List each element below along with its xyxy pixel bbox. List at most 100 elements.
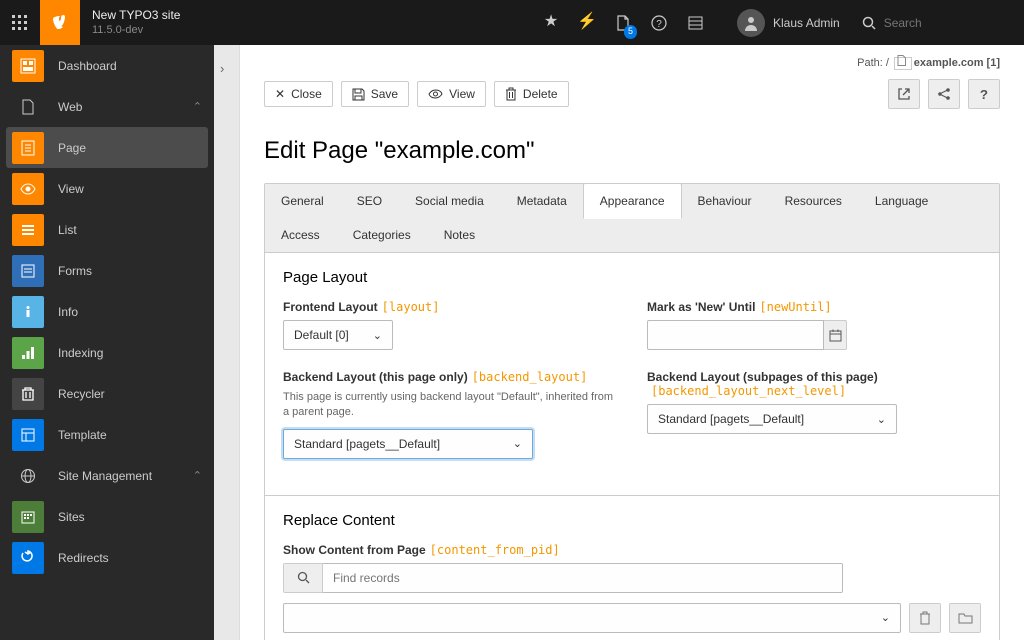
module-view[interactable]: View	[0, 168, 214, 209]
close-icon: ✕	[275, 87, 285, 101]
site-info[interactable]: New TYPO3 site 11.5.0-dev ★ ⚡ 5 ?	[80, 0, 725, 45]
page-icon	[894, 57, 912, 70]
typo3-logo[interactable]	[40, 0, 80, 45]
frontend-layout-select[interactable]: Default [0] ⌄	[283, 320, 393, 350]
eye-icon	[428, 89, 443, 99]
module-template[interactable]: Template	[0, 414, 214, 455]
tab-metadata[interactable]: Metadata	[500, 183, 584, 219]
folder-icon	[958, 612, 973, 624]
page-title: Edit Page "example.com"	[264, 137, 1000, 165]
field-label: Mark as 'New' Until[newUntil]	[647, 300, 981, 314]
search-icon	[297, 571, 310, 584]
module-forms[interactable]: Forms	[0, 250, 214, 291]
module-icon	[12, 337, 44, 369]
tab-social-media[interactable]: Social media	[398, 183, 501, 219]
field-label: Frontend Layout[layout]	[283, 300, 617, 314]
close-button[interactable]: ✕Close	[264, 81, 333, 107]
delete-button[interactable]: Delete	[494, 81, 569, 107]
field-label: Backend Layout (this page only)[backend_…	[283, 370, 617, 384]
globe-icon	[12, 460, 44, 492]
trash-icon	[919, 611, 931, 625]
calendar-icon	[829, 329, 842, 342]
module-label: Dashboard	[58, 59, 117, 73]
module-icon	[12, 214, 44, 246]
module-icon	[12, 501, 44, 533]
module-icon	[12, 173, 44, 205]
view-button[interactable]: View	[417, 81, 486, 107]
module-recycler[interactable]: Recycler	[0, 373, 214, 414]
module-group-web[interactable]: Web ⌃	[0, 86, 214, 127]
module-icon	[12, 378, 44, 410]
search-box[interactable]	[852, 0, 1014, 45]
app-switcher[interactable]	[0, 0, 40, 45]
new-until-input[interactable]	[647, 320, 824, 350]
bookmark-icon[interactable]: ★	[533, 0, 569, 45]
field-help: This page is currently using backend lay…	[283, 390, 617, 421]
breadcrumb: Path: / example.com [1]	[240, 45, 1024, 73]
chevron-up-icon: ⌃	[193, 469, 202, 482]
search-input[interactable]	[884, 16, 1004, 30]
module-info[interactable]: Info	[0, 291, 214, 332]
chevron-down-icon: ⌄	[513, 437, 522, 450]
svg-text:?: ?	[656, 19, 662, 30]
field-label: Show Content from Page[content_from_pid]	[283, 543, 981, 557]
tab-access[interactable]: Access	[264, 217, 337, 253]
find-records-input[interactable]	[323, 563, 843, 593]
tab-categories[interactable]: Categories	[336, 217, 428, 253]
tab-seo[interactable]: SEO	[340, 183, 399, 219]
breadcrumb-page[interactable]: example.com [1]	[914, 57, 1000, 69]
remove-record-button[interactable]	[909, 603, 941, 633]
share-button[interactable]	[928, 79, 960, 109]
module-icon	[12, 255, 44, 287]
module-list[interactable]: List	[0, 209, 214, 250]
opendocs-icon[interactable]: 5	[605, 0, 641, 45]
help-button[interactable]: ?	[968, 79, 1000, 109]
section-title: Page Layout	[283, 269, 981, 286]
tab-language[interactable]: Language	[858, 183, 945, 219]
tree-collapse-bar[interactable]: ›	[214, 45, 240, 640]
systeminfo-icon[interactable]	[677, 0, 713, 45]
module-icon	[12, 542, 44, 574]
open-new-window-button[interactable]	[888, 79, 920, 109]
content-area: Path: / example.com [1] ✕Close Save View…	[240, 45, 1024, 640]
search-records-button[interactable]	[283, 563, 323, 593]
tab-notes[interactable]: Notes	[427, 217, 492, 253]
tab-appearance[interactable]: Appearance	[583, 183, 682, 219]
site-version: 11.5.0-dev	[92, 23, 180, 37]
opendocs-badge: 5	[624, 25, 637, 39]
module-label: Redirects	[58, 551, 109, 565]
module-page[interactable]: Page	[6, 127, 208, 168]
panel-page-layout: Page Layout Frontend Layout[layout] Defa…	[264, 253, 1000, 496]
backend-layout-next-select[interactable]: Standard [pagets__Default] ⌄	[647, 404, 897, 434]
module-icon	[12, 419, 44, 451]
module-menu: Dashboard Web ⌃ PageViewListForms Info Ind…	[0, 45, 214, 640]
tab-general[interactable]: General	[264, 183, 341, 219]
chevron-right-icon: ›	[220, 61, 224, 76]
topbar: New TYPO3 site 11.5.0-dev ★ ⚡ 5 ? Klaus …	[0, 0, 1024, 45]
tab-resources[interactable]: Resources	[768, 183, 859, 219]
user-menu[interactable]: Klaus Admin	[725, 0, 852, 45]
tab-behaviour[interactable]: Behaviour	[681, 183, 769, 219]
chevron-down-icon: ⌄	[877, 413, 886, 426]
search-icon	[862, 16, 876, 30]
save-button[interactable]: Save	[341, 81, 409, 107]
module-indexing[interactable]: Indexing	[0, 332, 214, 373]
cache-icon[interactable]: ⚡	[569, 0, 605, 45]
typo3-icon	[51, 14, 69, 32]
backend-layout-select[interactable]: Standard [pagets__Default] ⌄	[283, 429, 533, 459]
share-icon	[937, 87, 951, 101]
module-dashboard[interactable]: Dashboard	[0, 45, 214, 86]
module-group-site[interactable]: Site Management ⌃	[0, 455, 214, 496]
module-label: Info	[58, 305, 78, 319]
datepicker-button[interactable]	[824, 320, 847, 350]
module-redirects[interactable]: Redirects	[0, 537, 214, 578]
content-from-select[interactable]: ⌄	[283, 603, 901, 633]
site-name: New TYPO3 site	[92, 8, 180, 24]
toolbar-icons: ★ ⚡ 5 ?	[533, 0, 713, 45]
module-label: Recycler	[58, 387, 105, 401]
module-sites[interactable]: Sites	[0, 496, 214, 537]
help-icon[interactable]: ?	[641, 0, 677, 45]
avatar-icon	[737, 9, 765, 37]
field-label: Backend Layout (subpages of this page)[b…	[647, 370, 981, 398]
browse-record-button[interactable]	[949, 603, 981, 633]
